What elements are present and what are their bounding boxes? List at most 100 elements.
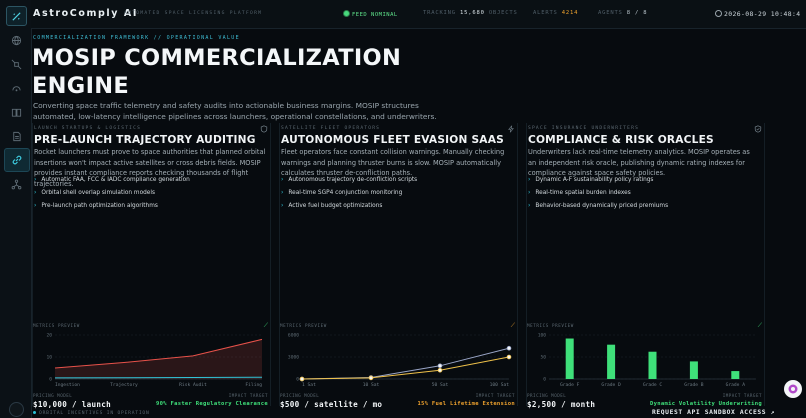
agents-stat: AGENTS 8 / 8 [598, 10, 647, 16]
card-eyebrow: LAUNCH STARTUPS & LOGISTICS [34, 126, 142, 131]
metrics-chart-bar: 0 50 100 Grade F Grade D Grade C Grade B Grade … [538, 333, 756, 388]
data-point [368, 375, 374, 381]
chevron-right-icon: › [281, 176, 284, 183]
data-point [299, 376, 305, 382]
y-tick-label: 50 [540, 355, 546, 361]
metrics-chart-area: 0 10 20 Ingestion Trajectory Risk Audit Filing [46, 333, 262, 388]
document-icon[interactable] [9, 129, 23, 143]
impact-target-label: IMPACT TARGET [722, 393, 762, 398]
feature-text: Active fuel budget optimizations [288, 203, 383, 209]
status-dot-icon [343, 10, 350, 17]
chevron-right-icon: › [34, 202, 37, 209]
x-tick-label: 1 Sat [302, 382, 316, 388]
book-icon[interactable] [9, 105, 23, 119]
orbital-status-label: ORBITAL INCENTIVES IN OPERATION [39, 411, 150, 416]
link-icon[interactable] [4, 148, 30, 172]
agents-label: AGENTS [598, 10, 623, 16]
feature-text: Autonomous trajectory de-confliction scr… [288, 177, 418, 183]
app-subtitle: AUTOMATED SPACE LICENSING PLATFORM [124, 11, 263, 16]
bar [648, 351, 657, 379]
card-eyebrow: SATELLITE FLEET OPERATORS [281, 126, 381, 131]
impact-value: Dynamic Volatility Underwriting [650, 401, 762, 407]
card-launch-auditing: LAUNCH STARTUPS & LOGISTICS PRE-LAUNCH T… [32, 123, 271, 409]
chevron-right-icon: › [281, 202, 284, 209]
feature-item: › Active fuel budget optimizations [281, 202, 417, 215]
left-rail [0, 0, 32, 418]
card-description: Fleet operators face constant collision … [281, 148, 505, 178]
request-api-button[interactable]: REQUEST API SANDBOX ACCESS ↗ [652, 409, 775, 416]
chevron-right-icon: › [528, 202, 531, 209]
feature-item: › Behavior-based dynamically priced premi… [528, 202, 668, 215]
clock-icon [715, 10, 722, 17]
x-tick-label: Grade F [560, 382, 580, 388]
card-eyebrow: SPACE INSURANCE UNDERWRITERS [528, 126, 640, 131]
impact-value: 90% Faster Regulatory Clearance [156, 401, 268, 407]
y-tick-label: 3000 [288, 355, 299, 361]
logo-icon[interactable] [6, 6, 27, 26]
feature-item: › Orbital shell overlap simulation models [34, 189, 190, 202]
impact-value: 15% Fuel Lifetime Extension [417, 401, 515, 407]
feed-status-label: FEED NOMINAL [352, 12, 398, 18]
card-description: Underwriters lack real-time telemetry an… [528, 148, 750, 178]
card-title: PRE-LAUNCH TRAJECTORY AUDITING [34, 134, 256, 146]
card-title: AUTONOMOUS FLEET EVASION SAAS [281, 134, 504, 146]
x-tick-label: Grade D [601, 382, 621, 388]
feature-item: › Dynamic A-F sustainability policy ratin… [528, 176, 668, 189]
sparkle-icon [788, 384, 798, 394]
price-value: $2,500 / month [527, 400, 596, 409]
shield-check-icon [754, 125, 762, 133]
card-risk-oracles: SPACE INSURANCE UNDERWRITERS COMPLIANCE … [526, 123, 765, 409]
metrics-chart-line: 0 3000 6000 1 Sat 10 Sat 50 Sat 100 Sat [288, 333, 512, 388]
clock-value: 2026-08-29 10:48:4 [724, 10, 801, 18]
feature-text: Automatic FAA, FCC & IADC compliance gen… [41, 177, 190, 183]
feature-list: › Dynamic A-F sustainability policy ratin… [528, 176, 668, 215]
tracking-label: TRACKING [423, 10, 456, 16]
data-point [437, 363, 443, 369]
data-point [506, 354, 512, 360]
assistant-fab[interactable] [784, 380, 802, 398]
metrics-preview-label: METRICS PREVIEW [280, 323, 327, 328]
pricing-model-label: PRICING MODEL [280, 393, 320, 398]
hero-kicker: COMMERCIALIZATION FRAMEWORK // OPERATION… [33, 35, 240, 41]
y-tick-label: 0 [296, 377, 299, 383]
bar [607, 344, 616, 379]
status-dot-icon [33, 411, 36, 414]
x-tick-label: Grade B [684, 382, 704, 388]
y-tick-label: 0 [543, 377, 546, 383]
price-value: $500 / satellite / mo [280, 400, 383, 409]
y-tick-label: 10 [46, 355, 52, 361]
feature-text: Real-time SGP4 conjunction monitoring [288, 190, 403, 196]
impact-target-label: IMPACT TARGET [475, 393, 515, 398]
metrics-preview-label: METRICS PREVIEW [33, 323, 80, 328]
chevron-right-icon: › [281, 189, 284, 196]
hero-lead: Converting space traffic telemetry and s… [33, 101, 437, 121]
bar [731, 371, 740, 379]
tracking-value: 15,680 [460, 10, 485, 16]
x-tick-label: Grade C [643, 382, 663, 388]
satellite-icon[interactable] [9, 57, 23, 71]
globe-icon[interactable] [9, 33, 23, 47]
orbital-status: ORBITAL INCENTIVES IN OPERATION [33, 411, 150, 416]
x-tick-label: Trajectory [110, 382, 138, 388]
y-tick-label: 0 [49, 377, 52, 383]
feature-item: › Real-time SGP4 conjunction monitoring [281, 189, 417, 202]
feature-text: Real-time spatial burden indexes [535, 190, 631, 196]
feature-text: Pre-launch path optimization algorithms [41, 203, 158, 209]
series-line [301, 356, 510, 380]
tracking-stat: TRACKING 15,680 OBJECTS [423, 10, 518, 16]
chevron-right-icon: › [528, 189, 531, 196]
feature-item: › Autonomous trajectory de-confliction sc… [281, 176, 417, 189]
feature-list: › Automatic FAA, FCC & IADC compliance ge… [34, 176, 190, 215]
data-point [506, 345, 512, 351]
top-bar: AstroComply AI AUTOMATED SPACE LICENSING… [31, 0, 806, 29]
user-icon[interactable] [9, 402, 24, 417]
page-title: MOSIP COMMERCIALIZATION ENGINE [32, 45, 402, 99]
network-icon[interactable] [9, 177, 23, 191]
alerts-value: 4214 [561, 10, 579, 16]
bar [565, 338, 574, 379]
chevron-right-icon: › [34, 189, 37, 196]
radar-icon[interactable] [9, 81, 23, 95]
app-title: AstroComply AI [33, 8, 139, 19]
agents-value: 8 / 8 [626, 10, 648, 16]
alerts-stat: ALERTS 4214 [533, 10, 578, 16]
